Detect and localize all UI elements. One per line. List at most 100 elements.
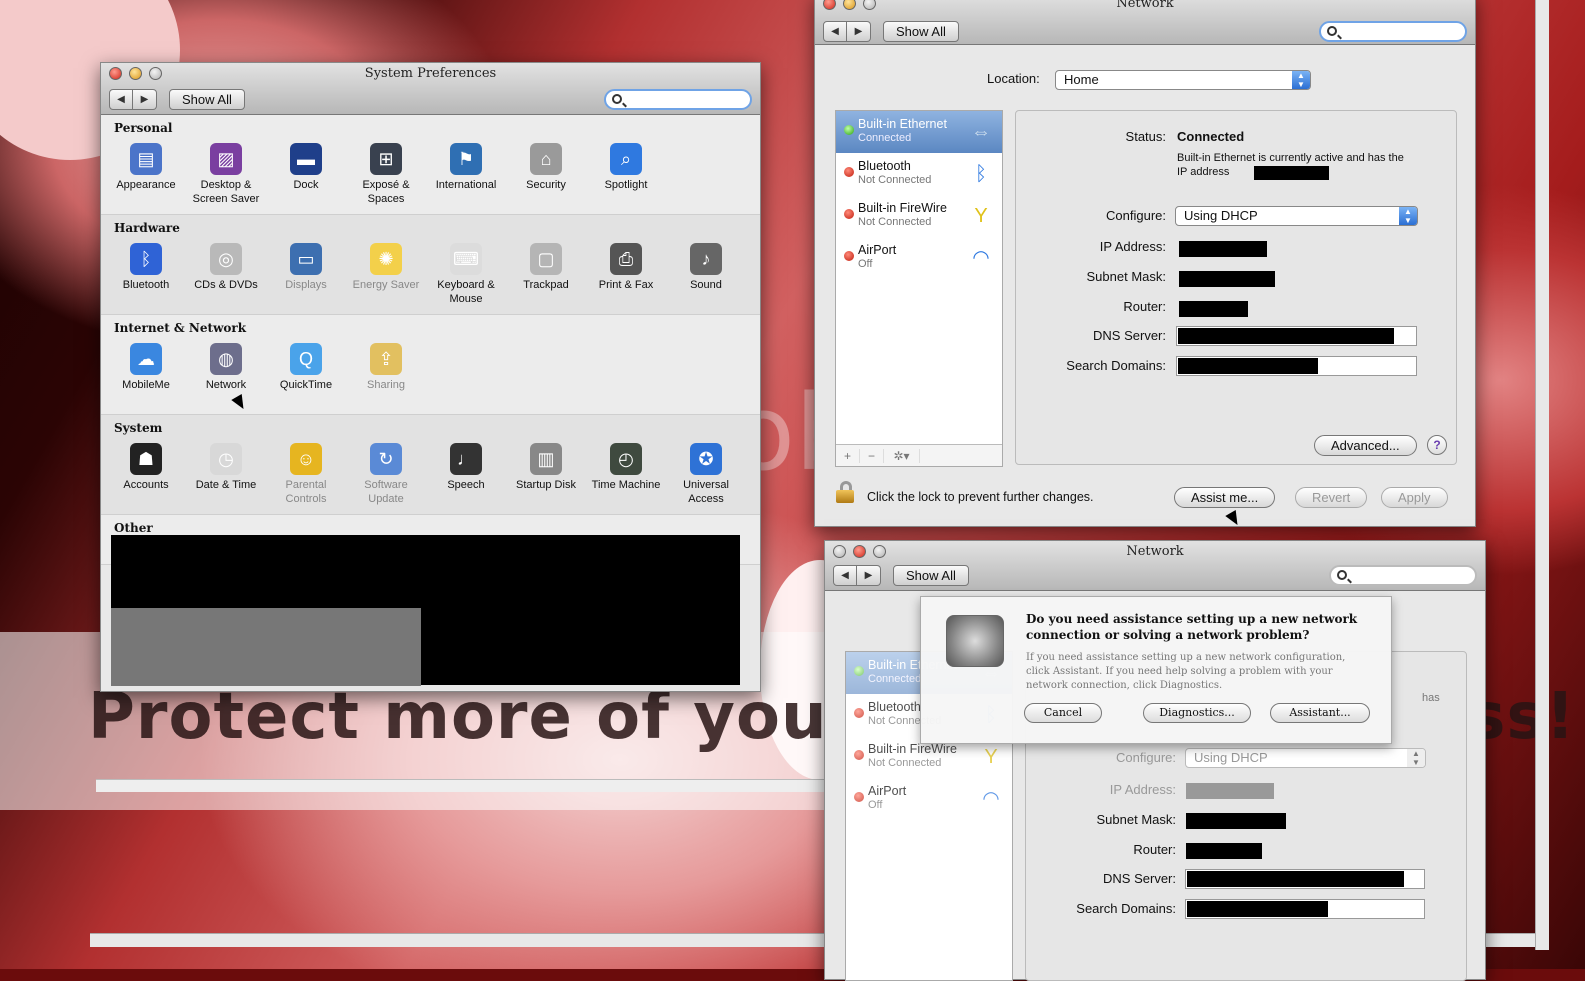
pref-pane-energy[interactable]: ✺ Energy Saver	[346, 243, 426, 306]
cancel-button[interactable]: Cancel	[1024, 703, 1102, 723]
configure-value: Using DHCP	[1194, 750, 1268, 765]
spotlight-icon: ⌕	[610, 143, 642, 175]
dns-server-field[interactable]	[1176, 326, 1417, 346]
pane-label: Software Update	[364, 479, 408, 505]
search-icon	[1327, 26, 1337, 36]
firewire-icon: Y	[974, 205, 988, 227]
back-button[interactable]: ◀	[823, 21, 847, 42]
forward-button[interactable]: ▶	[133, 89, 157, 110]
trackpad-icon: ▢	[530, 243, 562, 275]
pref-pane-network[interactable]: ◍ Network	[186, 343, 266, 392]
pref-pane-disk[interactable]: ▥ Startup Disk	[506, 443, 586, 506]
pref-pane-bluetooth[interactable]: ᛒ Bluetooth	[106, 243, 186, 306]
horizontal-scrollbar[interactable]	[96, 779, 826, 792]
pref-pane-accounts[interactable]: ☗ Accounts	[106, 443, 186, 506]
pref-pane-displays[interactable]: ▭ Displays	[266, 243, 346, 306]
service-item-bluetooth[interactable]: BluetoothNot Connectedᛒ	[836, 153, 1002, 195]
sharing-icon: ⇪	[370, 343, 402, 375]
pref-pane-quicktime[interactable]: Q QuickTime	[266, 343, 346, 392]
advanced-button[interactable]: Advanced...	[1314, 435, 1417, 456]
show-all-button[interactable]: Show All	[883, 21, 959, 42]
service-item-firewire[interactable]: Built-in FireWire Not Connected Y	[836, 195, 1002, 237]
pref-pane-accessibility[interactable]: ✪ Universal Access	[666, 443, 746, 506]
pref-pane-update[interactable]: ↻ Software Update	[346, 443, 426, 506]
search-field[interactable]	[1319, 21, 1467, 42]
pane-label: Spotlight	[604, 179, 648, 191]
pref-pane-spotlight[interactable]: ⌕ Spotlight	[586, 143, 666, 206]
show-all-button[interactable]: Show All	[169, 89, 245, 110]
search-field[interactable]	[604, 89, 752, 110]
redacted-subnet-mask	[1186, 813, 1286, 829]
pane-label: Universal Access	[683, 479, 729, 505]
back-button[interactable]: ◀	[109, 89, 133, 110]
redacted-area	[111, 608, 421, 686]
wifi-icon: ◠	[982, 788, 1000, 810]
pref-pane-expose[interactable]: ⊞ Exposé & Spaces	[346, 143, 426, 206]
pane-label: Accounts	[123, 479, 169, 491]
lock-icon[interactable]	[836, 481, 854, 503]
remove-service-button[interactable]: −	[860, 448, 884, 463]
assistant-button[interactable]: Assistant...	[1270, 703, 1370, 723]
redacted-dns	[1187, 871, 1404, 887]
pref-pane-microphone[interactable]: ♩ Speech	[426, 443, 506, 506]
redacted-router	[1179, 301, 1248, 317]
dns-server-label: DNS Server:	[1093, 328, 1166, 343]
pref-pane-dock[interactable]: ▬ Dock	[266, 143, 346, 206]
assist-me-button[interactable]: Assist me...	[1174, 487, 1276, 508]
redacted-ip	[1254, 166, 1329, 180]
pref-pane-sharing[interactable]: ⇪ Sharing	[346, 343, 426, 392]
pref-pane-security[interactable]: ⌂ Security	[506, 143, 586, 206]
titlebar: System Preferences ◀ ▶ Show All	[101, 63, 760, 115]
redacted-search-domains	[1187, 901, 1328, 917]
configure-value: Using DHCP	[1184, 208, 1258, 223]
pref-section-personal: Personal ▤ Appearance ▨ Desktop & Screen Sav…	[101, 115, 760, 215]
configure-popup[interactable]: Using DHCP ▲ ▼	[1185, 748, 1426, 768]
diagnostics-button[interactable]: Diagnostics...	[1143, 703, 1251, 723]
service-item-ethernet[interactable]: Built-in EthernetConnected⇔	[836, 111, 1002, 153]
back-button[interactable]: ◀	[833, 565, 857, 586]
gear-menu-button[interactable]: ✲▾	[884, 448, 920, 463]
titlebar: Network ◀ ▶ Show All	[825, 541, 1485, 591]
pref-pane-international[interactable]: ⚑ International	[426, 143, 506, 206]
location-popup[interactable]: Home ▲ ▼	[1055, 70, 1311, 90]
forward-arrow-icon: ▶	[864, 570, 873, 581]
forward-button[interactable]: ▶	[857, 565, 881, 586]
pref-pane-desktop[interactable]: ▨ Desktop & Screen Saver	[186, 143, 266, 206]
pref-pane-sound[interactable]: ♪ Sound	[666, 243, 746, 306]
pane-label: Sound	[690, 279, 722, 291]
pane-row: ☁ MobileMe ◍ Network Q QuickTime ⇪ Sharing	[106, 343, 426, 392]
dns-server-field[interactable]	[1185, 869, 1425, 889]
section-title: System	[114, 421, 163, 435]
service-item-wifi[interactable]: AirPort Off ◠	[836, 237, 1002, 279]
pref-pane-printer[interactable]: ⎙ Print & Fax	[586, 243, 666, 306]
pref-pane-appearance[interactable]: ▤ Appearance	[106, 143, 186, 206]
pref-pane-keyboard[interactable]: ⌨ Keyboard & Mouse	[426, 243, 506, 306]
status-dot-icon	[854, 708, 864, 718]
revert-button[interactable]: Revert	[1295, 487, 1368, 508]
subnet-mask-label: Subnet Mask:	[1086, 269, 1167, 284]
nav-buttons: ◀ ▶	[833, 565, 881, 586]
apply-button[interactable]: Apply	[1381, 487, 1448, 508]
add-service-button[interactable]: +	[836, 448, 860, 463]
pref-pane-clock[interactable]: ◷ Date & Time	[186, 443, 266, 506]
redacted-dns	[1178, 328, 1394, 344]
help-button[interactable]: ?	[1427, 435, 1447, 455]
pref-pane-cd[interactable]: ◎ CDs & DVDs	[186, 243, 266, 306]
pref-pane-parental[interactable]: ☺ Parental Controls	[266, 443, 346, 506]
show-all-button[interactable]: Show All	[893, 565, 969, 586]
service-items: Built-in EthernetConnected⇔BluetoothNot …	[836, 111, 1002, 279]
pane-label: Parental Controls	[285, 479, 327, 505]
pref-pane-trackpad[interactable]: ▢ Trackpad	[506, 243, 586, 306]
pref-pane-timemachine[interactable]: ◴ Time Machine	[586, 443, 666, 506]
system-preferences-window: System Preferences ◀ ▶ Show All Personal…	[100, 62, 761, 692]
search-domains-field[interactable]	[1185, 899, 1425, 919]
vertical-scrollbar[interactable]	[1535, 0, 1549, 950]
redacted-search-domains	[1178, 358, 1318, 374]
forward-button[interactable]: ▶	[847, 21, 871, 42]
configure-popup[interactable]: Using DHCP ▲ ▼	[1175, 206, 1418, 226]
search-field[interactable]	[1329, 565, 1477, 586]
search-domains-field[interactable]	[1176, 356, 1417, 376]
pref-pane-mobileme[interactable]: ☁ MobileMe	[106, 343, 186, 392]
dock-icon: ▬	[290, 143, 322, 175]
service-item-wifi[interactable]: AirPort Off ◠	[846, 778, 1012, 820]
